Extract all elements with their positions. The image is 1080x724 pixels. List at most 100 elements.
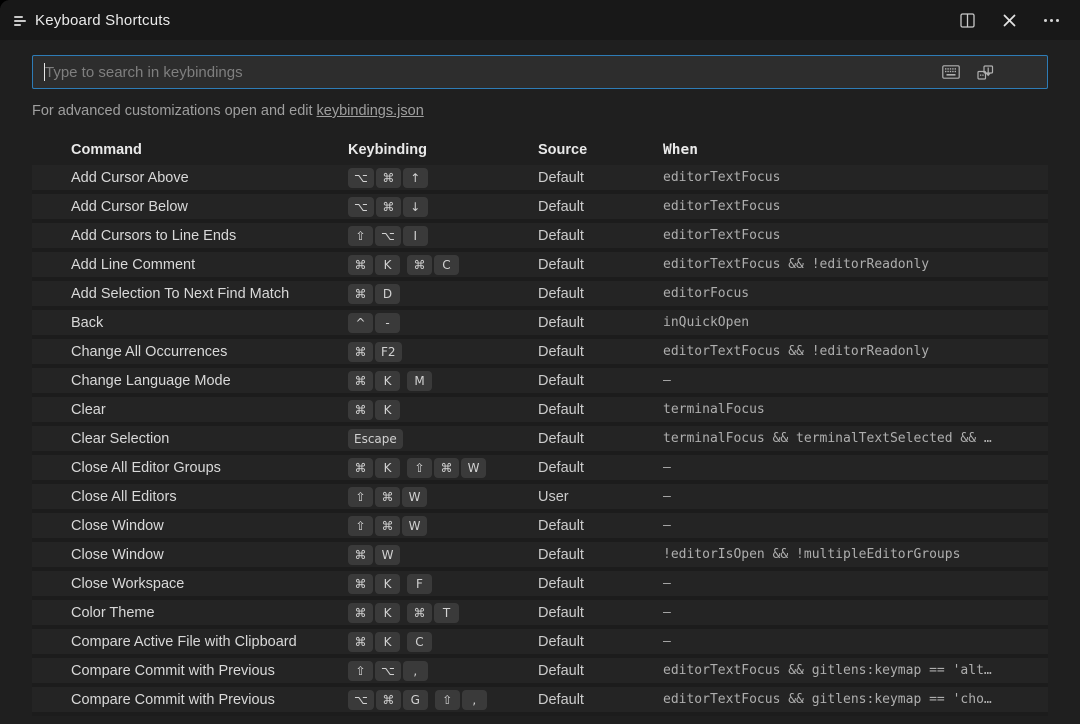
key-chip: ⌥	[348, 690, 374, 710]
table-row[interactable]: Add Line Comment ⌘K⌘C Default editorText…	[32, 252, 1048, 281]
keybinding-chord: ⌘W	[348, 545, 402, 565]
key-chip: W	[402, 516, 427, 536]
command-cell: Close Window	[32, 518, 348, 534]
table-row[interactable]: Compare Active File with Clipboard ⌘KC D…	[32, 629, 1048, 658]
keybinding-chord: ⇧⌘W	[348, 516, 429, 536]
command-cell: Clear	[32, 402, 348, 418]
key-chip: ⌘	[348, 603, 373, 623]
source-cell: Default	[538, 634, 663, 650]
keybinding-cell: ⌘KM	[348, 371, 538, 391]
keybindings-json-link[interactable]: keybindings.json	[317, 103, 424, 119]
table-row[interactable]: Add Selection To Next Find Match ⌘D Defa…	[32, 281, 1048, 310]
keybinding-cell: ^-	[348, 313, 538, 333]
command-cell: Change Language Mode	[32, 373, 348, 389]
keybindings-table: Command Keybinding Source When Add Curso…	[32, 135, 1048, 716]
table-row[interactable]: Close Window ⇧⌘W Default —	[32, 513, 1048, 542]
table-row[interactable]: Compare Commit with Previous ⇧⌥, Default…	[32, 658, 1048, 687]
source-cell: Default	[538, 402, 663, 418]
when-cell: terminalFocus && terminalTextSelected &&…	[663, 431, 1048, 446]
keybinding-cell: ⌘F2	[348, 342, 538, 362]
sort-precedence-icon[interactable]	[975, 62, 995, 82]
keybinding-chord: ⌘K	[348, 458, 402, 478]
key-chip: ⌥	[348, 168, 374, 188]
command-cell: Clear Selection	[32, 431, 348, 447]
key-chip: G	[403, 690, 428, 710]
table-row[interactable]: Change Language Mode ⌘KM Default —	[32, 368, 1048, 397]
titlebar-actions	[958, 11, 1060, 29]
header-command: Command	[32, 142, 348, 158]
key-chip: ↓	[403, 197, 428, 217]
hint-text: For advanced customizations open and edi…	[32, 103, 317, 119]
when-cell: —	[663, 489, 1048, 504]
key-chip: K	[375, 574, 400, 594]
keybinding-cell: ⌘KF	[348, 574, 538, 594]
close-icon[interactable]	[1000, 11, 1018, 29]
when-cell: —	[663, 373, 1048, 388]
table-row[interactable]: Add Cursor Above ⌥⌘↑ Default editorTextF…	[32, 165, 1048, 194]
command-cell: Add Cursor Above	[32, 170, 348, 186]
command-cell: Back	[32, 315, 348, 331]
keybinding-chord: ⌥⌘↓	[348, 197, 430, 217]
table-body: Add Cursor Above ⌥⌘↑ Default editorTextF…	[32, 165, 1048, 716]
source-cell: Default	[538, 228, 663, 244]
table-row[interactable]: Add Cursors to Line Ends ⇧⌥I Default edi…	[32, 223, 1048, 252]
keybinding-cell: Escape	[348, 429, 538, 449]
keybinding-cell: ⌘W	[348, 545, 538, 565]
command-cell: Add Line Comment	[32, 257, 348, 273]
keybinding-chord: ⇧⌘W	[407, 458, 488, 478]
key-chip: ⌘	[376, 197, 401, 217]
source-cell: User	[538, 489, 663, 505]
keybinding-chord: ^-	[348, 313, 402, 333]
key-chip: ⇧	[407, 458, 432, 478]
when-cell: —	[663, 576, 1048, 591]
key-chip: F	[407, 574, 432, 594]
text-cursor	[44, 63, 45, 81]
table-row[interactable]: Change All Occurrences ⌘F2 Default edito…	[32, 339, 1048, 368]
key-chip: K	[375, 632, 400, 652]
header-source: Source	[538, 142, 663, 158]
split-editor-icon[interactable]	[958, 11, 976, 29]
command-cell: Change All Occurrences	[32, 344, 348, 360]
key-chip: ⌘	[348, 255, 373, 275]
key-chip: ⌘	[348, 371, 373, 391]
when-cell: editorTextFocus	[663, 170, 1048, 185]
source-cell: Default	[538, 576, 663, 592]
table-row[interactable]: Color Theme ⌘K⌘T Default —	[32, 600, 1048, 629]
keybindings-content: For advanced customizations open and edi…	[0, 55, 1080, 716]
source-cell: Default	[538, 663, 663, 679]
table-row[interactable]: Clear ⌘K Default terminalFocus	[32, 397, 1048, 426]
keybinding-chord: ⇧⌥,	[348, 661, 430, 681]
table-row[interactable]: Close All Editors ⇧⌘W User —	[32, 484, 1048, 513]
key-chip: ⌘	[348, 400, 373, 420]
table-row[interactable]: Close Workspace ⌘KF Default —	[32, 571, 1048, 600]
when-cell: terminalFocus	[663, 402, 1048, 417]
customization-hint: For advanced customizations open and edi…	[32, 103, 1048, 119]
table-row[interactable]: Back ^- Default inQuickOpen	[32, 310, 1048, 339]
search-input[interactable]	[33, 56, 941, 88]
keyboard-icon[interactable]	[941, 62, 961, 82]
source-cell: Default	[538, 460, 663, 476]
keybinding-cell: ⌥⌘↓	[348, 197, 538, 217]
keybinding-chord: ⇧⌥I	[348, 226, 430, 246]
command-cell: Close Workspace	[32, 576, 348, 592]
table-row[interactable]: Close All Editor Groups ⌘K⇧⌘W Default —	[32, 455, 1048, 484]
source-cell: Default	[538, 315, 663, 331]
key-chip: K	[375, 458, 400, 478]
when-cell: !editorIsOpen && !multipleEditorGroups	[663, 547, 1048, 562]
key-chip: W	[461, 458, 486, 478]
when-cell: editorTextFocus	[663, 228, 1048, 243]
key-chip: F2	[375, 342, 402, 362]
key-chip: ⌘	[348, 574, 373, 594]
table-row[interactable]: Add Cursor Below ⌥⌘↓ Default editorTextF…	[32, 194, 1048, 223]
keybinding-chord: ⌥⌘G	[348, 690, 430, 710]
table-row[interactable]: Clear Selection Escape Default terminalF…	[32, 426, 1048, 455]
keybinding-chord: ⌘D	[348, 284, 402, 304]
table-row[interactable]: Close Window ⌘W Default !editorIsOpen &&…	[32, 542, 1048, 571]
keybindings-search-box	[32, 55, 1048, 89]
search-actions	[941, 62, 995, 82]
key-chip: K	[375, 603, 400, 623]
key-chip: ⌥	[375, 226, 401, 246]
table-row[interactable]: Compare Commit with Previous ⌥⌘G⇧, Defau…	[32, 687, 1048, 716]
more-actions-icon[interactable]	[1042, 11, 1060, 29]
keybinding-chord: ⌘K	[348, 574, 402, 594]
